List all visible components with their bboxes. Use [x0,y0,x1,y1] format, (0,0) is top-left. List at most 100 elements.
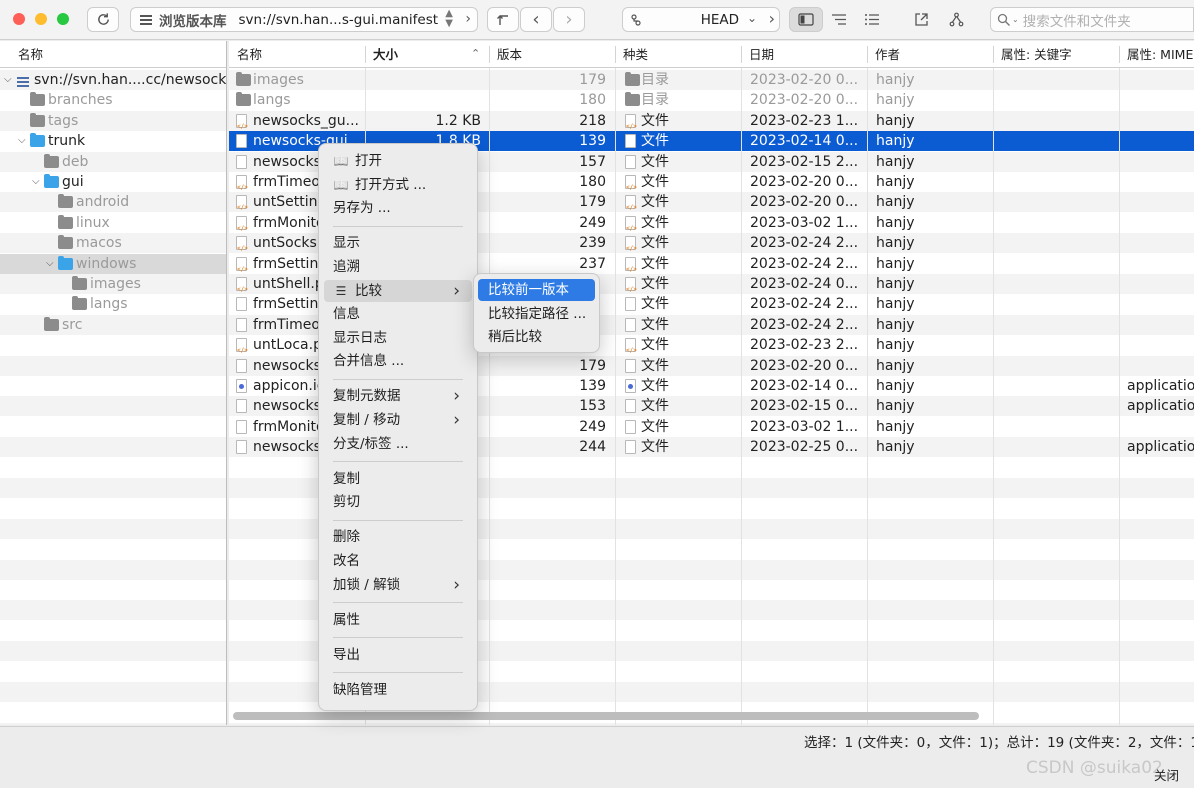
menu-item[interactable]: 缺陷管理 [324,679,472,701]
disclosure-chevron-icon[interactable]: ⌵ [18,131,26,151]
close-window-button[interactable] [13,13,25,25]
chevron-right-icon[interactable]: › [769,9,775,28]
path-stepper-icon[interactable]: ▲ ▼ [445,9,453,29]
menu-item[interactable]: 加锁 / 解锁 › [324,574,472,596]
source-file-icon [236,338,248,361]
column-divider[interactable] [867,46,868,63]
column-header[interactable]: 日期 [741,41,774,68]
menu-item[interactable]: 信息 [324,303,472,325]
menu-item[interactable]: 复制 [324,468,472,490]
column-header[interactable]: 作者 [867,41,900,68]
file-revision: 139 [579,133,606,150]
file-date: 2023-02-24 0... [750,276,859,292]
menu-item[interactable]: 导出 [324,644,472,666]
submenu-item[interactable]: 比较指定路径 ... [478,303,595,325]
menu-item[interactable]: 显示日志 [324,327,472,349]
column-divider[interactable] [1119,46,1120,63]
menu-item[interactable]: 显示 [324,232,472,254]
folder-icon [236,92,251,107]
menu-item[interactable]: 剪切 [324,491,472,513]
column-header[interactable]: 大小 [365,41,398,68]
outline-view-toggle[interactable] [823,7,855,32]
menu-item[interactable]: 复制 / 移动 › [324,409,472,431]
column-header[interactable]: 属性: 关键字 [993,41,1072,68]
chevron-right-icon[interactable]: › [465,11,471,27]
minimize-window-button[interactable] [35,13,47,25]
tree-item[interactable]: ⌵ windows [0,253,226,274]
search-placeholder[interactable]: 搜索文件和文件夹 [1023,10,1131,30]
tree-item[interactable]: tags [0,111,226,131]
revision-graph-button[interactable] [940,7,972,32]
submenu-item[interactable]: 稍后比较 [478,326,595,348]
disclosure-chevron-icon[interactable]: ⌵ [46,254,54,274]
tree-view-toggle[interactable] [789,7,823,32]
tree-item[interactable]: ⌵ trunk [0,131,226,151]
tree-item[interactable]: src [0,315,226,335]
submenu-item[interactable]: 比较前一版本 [478,279,595,301]
disclosure-chevron-icon[interactable]: ⌵ [4,70,12,90]
open-external-button[interactable] [905,7,937,32]
menu-item[interactable]: 分支/标签 ... [324,433,472,455]
file-author: hanjy [876,337,915,354]
tree-header[interactable]: 名称 [0,41,226,68]
tree-header-name[interactable]: 名称 [10,41,43,68]
table-row[interactable]: langs 180 目录 2023-02-20 0... hanjy [229,90,1194,110]
chevron-down-icon[interactable]: ⌄ [747,11,757,25]
tree-item[interactable]: ⌵ svn://svn.han....cc/newsocks [0,70,226,90]
menu-item[interactable]: 删除 [324,526,472,548]
list-view-toggle[interactable] [856,7,888,32]
menu-item[interactable]: 复制元数据 › [324,385,472,407]
tree-item[interactable]: deb [0,152,226,172]
menu-item[interactable]: 合并信息 ... [324,350,472,372]
tree-item[interactable]: android [0,192,226,212]
file-author: hanjy [876,296,915,313]
table-row[interactable]: newsocks_gu... 1.2 KB 218 文件 2023-02-23 1...… [229,111,1194,137]
file-author: hanjy [876,316,915,333]
column-header[interactable]: 属性: MIME [1119,41,1193,68]
menu-item[interactable]: ☰ 比较 › [324,279,472,302]
column-header[interactable]: 名称 [229,41,262,68]
location-bar[interactable]: 浏览版本库 svn://svn.han...s-gui.manifest ▲ ▼ … [130,7,478,32]
tree-item[interactable]: linux [0,213,226,233]
column-divider[interactable] [489,46,490,63]
file-date: 2023-02-24 2... [750,296,859,313]
zoom-window-button[interactable] [57,13,69,25]
tree-item[interactable]: langs [0,294,226,314]
column-divider[interactable] [615,46,616,63]
document-icon [236,134,247,149]
folder-icon [625,72,640,86]
tree-item[interactable]: ⌵ gui [0,172,226,192]
menu-item[interactable]: 追溯 [324,256,472,278]
forward-button[interactable]: › [553,7,585,32]
column-header[interactable]: 种类 [615,41,648,68]
close-button[interactable]: 关闭 [1154,765,1179,784]
column-divider[interactable] [993,46,994,63]
revision-selector[interactable]: HEAD ⌄ › [622,7,780,32]
disclosure-chevron-icon[interactable]: ⌵ [32,172,40,192]
repository-url[interactable]: svn://svn.han...s-gui.manifest [239,12,439,28]
tree-item[interactable]: branches [0,90,226,110]
column-divider[interactable] [741,46,742,63]
tree-stripe [0,396,226,417]
column-header[interactable]: 版本 [489,41,522,68]
tree-stripe [0,682,226,702]
horizontal-scrollbar[interactable] [233,712,979,720]
search-options-icon[interactable]: ⌄ [1012,15,1019,24]
menu-item[interactable]: 📖 打开 [324,150,472,172]
menu-item[interactable]: 另存为 ... [324,197,472,219]
back-button[interactable]: ‹ [520,7,552,32]
folder-icon [44,153,59,168]
sort-ascending-icon[interactable]: ⌃ [471,47,480,60]
tree-item[interactable]: images [0,274,226,294]
document-icon [236,358,247,373]
menu-item[interactable]: 📖 打开方式 ... [324,174,472,196]
file-kind: 文件 [641,418,669,435]
search-field[interactable]: ⌄ 搜索文件和文件夹 [990,7,1194,32]
tree-item[interactable]: macos [0,233,226,253]
menu-item[interactable]: 改名 [324,550,472,572]
column-divider[interactable] [365,46,366,63]
parent-folder-button[interactable] [487,7,519,32]
menu-item[interactable]: 属性 [324,609,472,631]
table-row[interactable]: images 179 目录 2023-02-20 0... hanjy [229,70,1194,90]
refresh-button[interactable] [87,7,119,32]
